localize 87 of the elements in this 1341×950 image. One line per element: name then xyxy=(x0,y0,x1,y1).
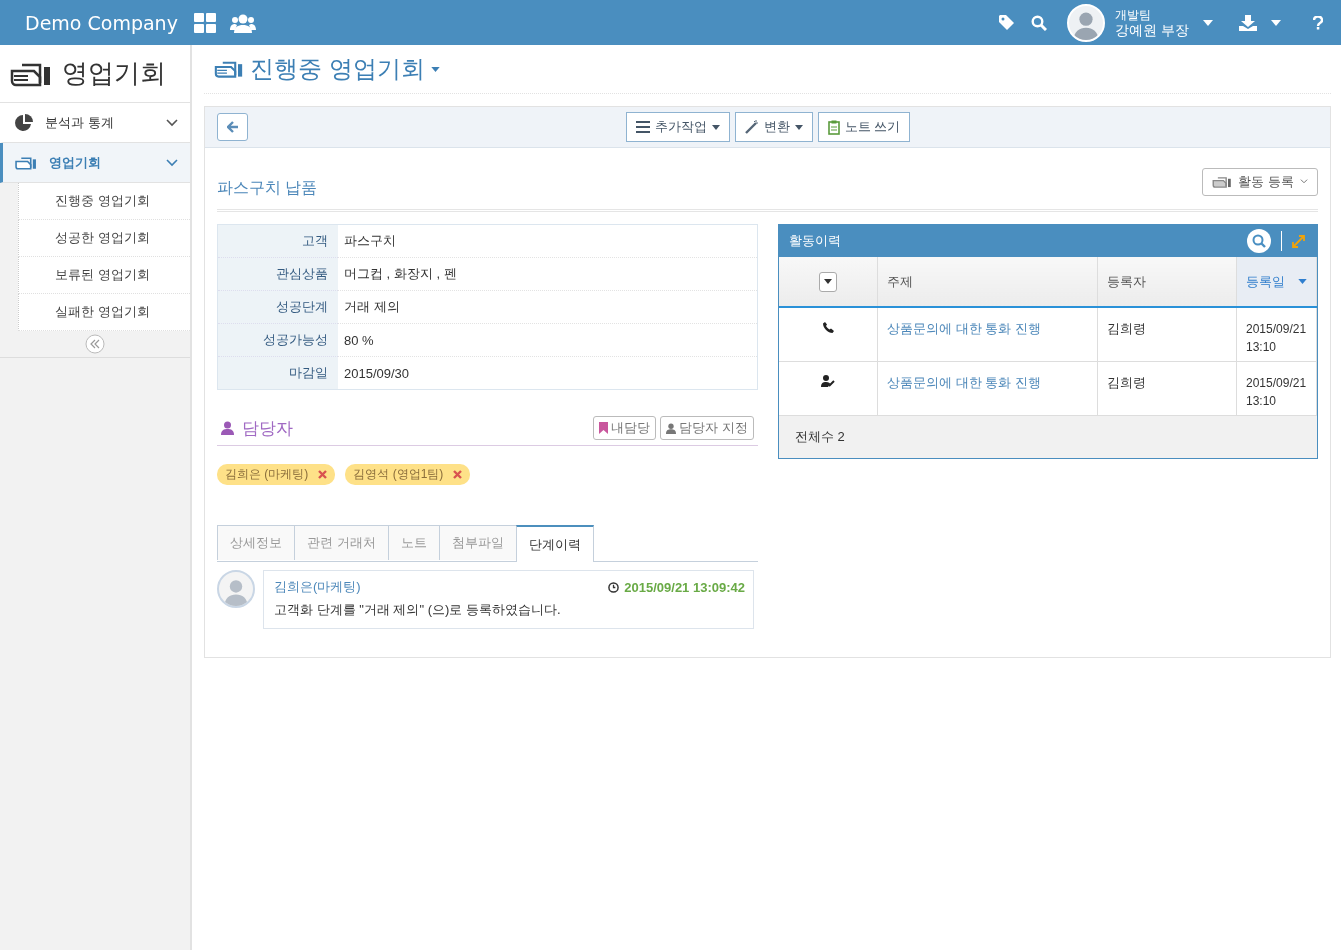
pie-chart-icon xyxy=(15,113,33,132)
user-edit-icon xyxy=(821,374,835,387)
panel-title: 활동이력 xyxy=(789,232,841,250)
column-header[interactable]: 주제 xyxy=(877,257,1098,307)
table-cell: 김희령 xyxy=(1097,307,1237,361)
field-label: 관심상품 xyxy=(217,257,338,291)
opportunity-title: 파스구치 납품 xyxy=(217,178,318,198)
sidebar-item[interactable]: 분석과 통계 xyxy=(0,103,190,143)
toolbar-button[interactable]: 노트 쓰기 xyxy=(817,112,911,142)
activity-subject[interactable]: 상품문의에 대한 통화 진행 xyxy=(877,307,1098,361)
history-author[interactable]: 김희은(마케팅) xyxy=(274,578,604,596)
bookmark-icon xyxy=(599,422,609,434)
remove-icon[interactable] xyxy=(318,470,328,479)
caret-icon[interactable] xyxy=(1271,19,1281,26)
field-value: 80 % xyxy=(338,323,758,357)
tab[interactable]: 노트 xyxy=(387,525,440,560)
submenu-item[interactable]: 성공한 영업기회 xyxy=(18,220,190,257)
clock-icon xyxy=(608,581,620,593)
remove-icon[interactable] xyxy=(453,470,463,479)
sort-icon xyxy=(1298,279,1307,284)
help-icon[interactable] xyxy=(1313,15,1323,30)
section-title: 담당자 xyxy=(242,417,293,440)
field-value: 머그컵 , 화장지 , 펜 xyxy=(338,257,758,291)
caret-icon xyxy=(794,124,803,130)
table-cell: 2015/09/21 13:10 xyxy=(1236,307,1317,361)
table-cell: 김희령 xyxy=(1097,361,1237,415)
submenu-item[interactable]: 실패한 영업기회 xyxy=(18,294,190,331)
menu-icon xyxy=(635,121,650,133)
hand-card-icon xyxy=(15,155,37,170)
owner-button[interactable]: 담당자 지정 xyxy=(660,416,754,440)
activity-subject[interactable]: 상품문의에 대한 통화 진행 xyxy=(877,361,1098,415)
grid-icon[interactable] xyxy=(193,12,216,33)
download-icon[interactable] xyxy=(1239,14,1257,31)
submenu-item[interactable]: 보류된 영업기회 xyxy=(18,257,190,294)
collapse-icon[interactable] xyxy=(85,334,105,354)
owner-tag: 김영석 (영업1팀) xyxy=(345,464,471,485)
field-value: 파스구치 xyxy=(338,224,758,258)
caret-icon[interactable] xyxy=(430,66,440,72)
field-value: 2015/09/30 xyxy=(338,356,758,390)
search-icon[interactable] xyxy=(1031,14,1048,31)
avatar[interactable] xyxy=(1067,3,1106,42)
history-time: 2015/09/21 13:09:42 xyxy=(624,579,745,595)
user-icon xyxy=(666,422,677,434)
tab[interactable]: 상세정보 xyxy=(217,525,295,560)
chevron-down-icon[interactable] xyxy=(166,158,178,167)
user-team: 개발팀 xyxy=(1115,7,1153,23)
toolbar-button[interactable]: 변환 xyxy=(734,112,813,142)
search-icon[interactable] xyxy=(1247,229,1271,253)
chevron-down-icon xyxy=(1300,179,1308,184)
field-label: 성공가능성 xyxy=(217,323,338,357)
column-menu-button[interactable] xyxy=(819,271,837,292)
chevron-down-icon[interactable] xyxy=(166,118,178,127)
tab[interactable]: 단계이력 xyxy=(515,525,594,562)
tab[interactable]: 관련 거래처 xyxy=(294,525,389,560)
caret-icon xyxy=(824,279,832,284)
wand-icon xyxy=(744,120,759,134)
register-activity-button[interactable]: 활동 등록 xyxy=(1202,167,1318,196)
phone-icon xyxy=(822,322,834,333)
field-label: 고객 xyxy=(217,224,338,258)
owner-tag: 김희은 (마케팅) xyxy=(217,464,336,485)
users-icon[interactable] xyxy=(229,12,256,33)
history-message: 고객화 단계를 "거래 제의" (으)로 등록하였습니다. xyxy=(274,601,562,619)
sidebar-title: 영업기회 xyxy=(62,57,166,90)
submenu-item[interactable]: 진행중 영업기회 xyxy=(18,183,190,220)
hand-card-icon xyxy=(214,60,244,78)
column-header[interactable]: 등록자 xyxy=(1097,257,1237,307)
caret-icon[interactable] xyxy=(1203,19,1213,26)
clipboard-icon xyxy=(827,119,840,135)
brand-name[interactable]: Demo Company xyxy=(25,11,178,34)
column-header[interactable]: 등록일 xyxy=(1236,257,1317,307)
back-button[interactable] xyxy=(217,113,248,141)
tab[interactable]: 첨부파일 xyxy=(438,525,517,560)
hand-card-icon xyxy=(1212,175,1233,188)
field-label: 성공단계 xyxy=(217,290,338,324)
table-cell: 2015/09/21 13:10 xyxy=(1236,361,1317,415)
user-name[interactable]: 강예원 부장 xyxy=(1115,22,1189,38)
owner-button[interactable]: 내담당 xyxy=(593,416,657,440)
field-label: 마감일 xyxy=(217,356,338,390)
sidebar-item[interactable]: 영업기회 xyxy=(0,143,190,183)
field-value: 거래 제의 xyxy=(338,290,758,324)
avatar xyxy=(217,570,255,608)
arrow-left-icon xyxy=(226,121,239,133)
user-icon xyxy=(221,421,234,435)
toolbar-button[interactable]: 추가작업 xyxy=(625,112,730,142)
caret-icon xyxy=(711,124,720,130)
total-count: 전체수 2 xyxy=(795,427,845,446)
page-title: 진행중 영업기회 xyxy=(250,54,425,84)
